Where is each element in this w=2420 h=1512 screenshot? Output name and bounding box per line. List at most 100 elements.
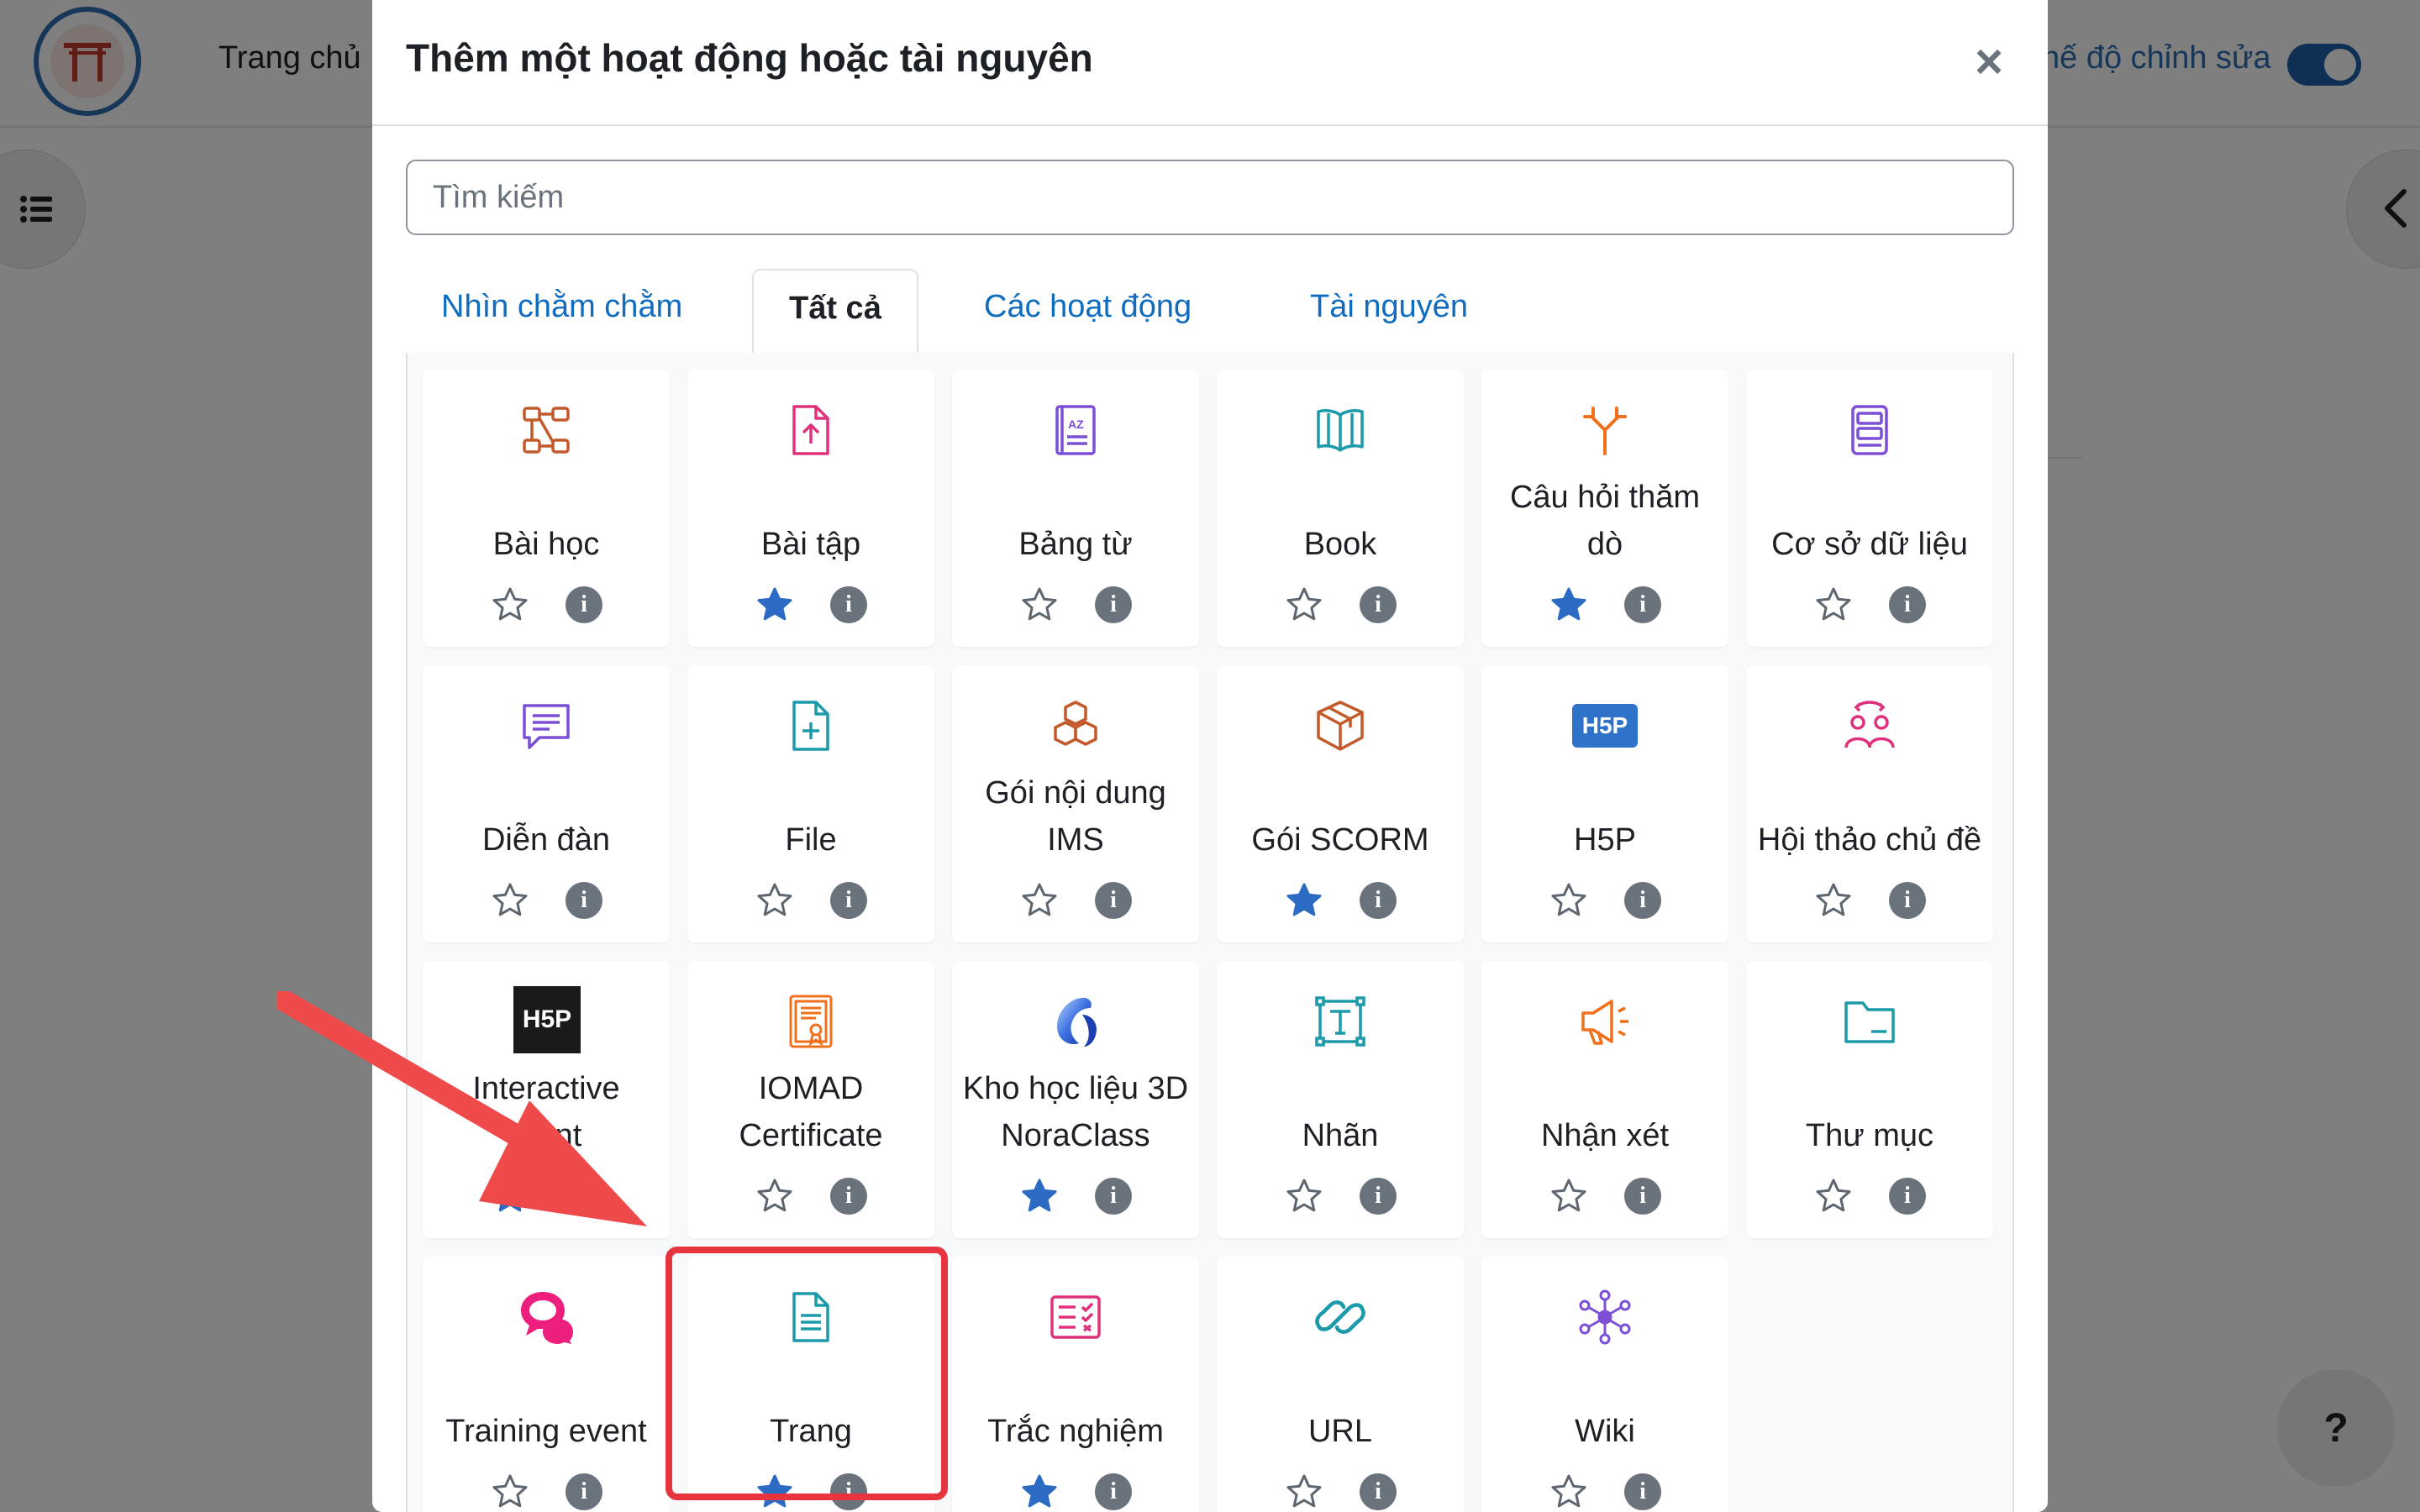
lesson-icon <box>518 402 575 459</box>
module-name: Câu hỏi thăm dò <box>1509 480 1700 562</box>
module-card-glossary[interactable]: AZ Bảng từ i <box>952 370 1199 647</box>
info-icon[interactable]: i <box>1360 1178 1397 1215</box>
module-card-scorm-package[interactable]: Gói SCORM i <box>1217 665 1464 942</box>
star-outline-icon[interactable] <box>756 882 793 919</box>
info-icon[interactable]: i <box>1095 1178 1132 1215</box>
wiki-icon <box>1576 1289 1634 1346</box>
star-outline-icon[interactable] <box>1815 1178 1852 1215</box>
module-name: Bài tập <box>760 527 861 562</box>
info-icon[interactable]: i <box>1889 1178 1926 1215</box>
tab-starred[interactable]: Nhìn chằm chằm <box>406 269 718 353</box>
info-icon[interactable]: i <box>1360 586 1397 623</box>
info-icon[interactable]: i <box>1095 1473 1132 1510</box>
info-icon[interactable]: i <box>566 1473 602 1510</box>
star-filled-icon[interactable] <box>1021 1178 1058 1215</box>
module-card-file[interactable]: File i <box>687 665 934 942</box>
folder-icon <box>1841 993 1898 1050</box>
info-icon[interactable]: i <box>830 586 867 623</box>
module-name: Wiki <box>1575 1414 1635 1449</box>
module-card-database[interactable]: Cơ sở dữ liệu i <box>1746 370 1993 647</box>
star-outline-icon[interactable] <box>1286 586 1323 623</box>
star-filled-icon[interactable] <box>1286 882 1323 919</box>
info-icon[interactable]: i <box>1095 882 1132 919</box>
star-outline-icon[interactable] <box>1286 1473 1323 1510</box>
quiz-icon <box>1047 1289 1104 1346</box>
module-card-noraclass[interactable]: Kho học liệu 3D NoraClass i <box>952 961 1199 1238</box>
database-icon <box>1841 402 1898 459</box>
module-name: Gói SCORM <box>1251 822 1429 858</box>
glossary-icon: AZ <box>1047 402 1104 459</box>
star-outline-icon[interactable] <box>756 1178 793 1215</box>
info-icon[interactable]: i <box>566 586 602 623</box>
module-card-quiz[interactable]: Trắc nghiệm i <box>952 1257 1199 1512</box>
module-name: Diễn đàn <box>481 822 611 858</box>
module-card-url[interactable]: URL i <box>1217 1257 1464 1512</box>
star-outline-icon[interactable] <box>1021 586 1058 623</box>
module-name: Trắc nghiệm <box>987 1414 1164 1449</box>
info-icon[interactable]: i <box>1624 586 1661 623</box>
info-icon[interactable]: i <box>1624 1178 1661 1215</box>
module-card-feedback[interactable]: Nhận xét i <box>1481 961 1728 1238</box>
tab-all[interactable]: Tất cả <box>752 269 918 354</box>
module-card-book[interactable]: Book i <box>1217 370 1464 647</box>
module-name: Nhận xét <box>1540 1118 1670 1153</box>
info-icon[interactable]: i <box>1360 1473 1397 1510</box>
star-outline-icon[interactable] <box>492 1473 529 1510</box>
highlight-box <box>666 1247 948 1500</box>
h5p-icon: H5P <box>1572 704 1638 748</box>
module-name: Nhãn <box>1302 1118 1379 1153</box>
close-button[interactable]: × <box>1964 37 2014 87</box>
module-card-lesson[interactable]: Bài học i <box>423 370 670 647</box>
module-card-forum[interactable]: Diễn đàn i <box>423 665 670 942</box>
ims-package-icon <box>1047 697 1104 754</box>
star-outline-icon[interactable] <box>1550 882 1587 919</box>
module-name: Book <box>1303 527 1377 562</box>
url-icon <box>1312 1289 1369 1346</box>
info-icon[interactable]: i <box>1624 882 1661 919</box>
module-card-training-event[interactable]: Training event i <box>423 1257 670 1512</box>
star-outline-icon[interactable] <box>1021 882 1058 919</box>
info-icon[interactable]: i <box>1095 586 1132 623</box>
module-card-workshop[interactable]: Hội thảo chủ đề i <box>1746 665 1993 942</box>
info-icon[interactable]: i <box>1360 882 1397 919</box>
star-outline-icon[interactable] <box>1815 586 1852 623</box>
tab-activities[interactable]: Các hoạt động <box>949 269 1227 353</box>
certificate-icon <box>782 993 839 1050</box>
module-card-assignment-upload[interactable]: Bài tập i <box>687 370 934 647</box>
star-filled-icon[interactable] <box>756 586 793 623</box>
star-filled-icon[interactable] <box>1550 586 1587 623</box>
book-icon <box>1312 402 1369 459</box>
module-name: Kho học liệu 3D NoraClass <box>962 1071 1189 1153</box>
module-card-folder[interactable]: Thư mục i <box>1746 961 1993 1238</box>
star-outline-icon[interactable] <box>492 882 529 919</box>
module-card-h5p[interactable]: H5P H5P i <box>1481 665 1728 942</box>
module-card-certificate[interactable]: IOMAD Certificate i <box>687 961 934 1238</box>
workshop-icon <box>1841 697 1898 754</box>
info-icon[interactable]: i <box>830 1178 867 1215</box>
info-icon[interactable]: i <box>1889 882 1926 919</box>
tab-resources[interactable]: Tài nguyên <box>1275 269 1503 353</box>
module-name: Cơ sở dữ liệu <box>1771 527 1968 562</box>
svg-text:AZ: AZ <box>1068 417 1084 431</box>
star-outline-icon[interactable] <box>1815 882 1852 919</box>
info-icon[interactable]: i <box>566 882 602 919</box>
file-icon <box>782 697 839 754</box>
star-outline-icon[interactable] <box>1286 1178 1323 1215</box>
modules-grid: Bài học i Bài tập i AZ Bảng từ i Book i Câu hỏi t… <box>406 353 2014 1512</box>
info-icon[interactable]: i <box>1624 1473 1661 1510</box>
module-card-wiki[interactable]: Wiki i <box>1481 1257 1728 1512</box>
star-filled-icon[interactable] <box>1021 1473 1058 1510</box>
info-icon[interactable]: i <box>830 882 867 919</box>
star-outline-icon[interactable] <box>492 586 529 623</box>
module-name: Bảng từ <box>1018 527 1133 562</box>
module-card-ims-package[interactable]: Gói nội dung IMS i <box>952 665 1199 942</box>
module-name: Hội thảo chủ đề <box>1757 822 1982 858</box>
module-card-label[interactable]: Nhãn i <box>1217 961 1464 1238</box>
star-outline-icon[interactable] <box>1550 1473 1587 1510</box>
info-icon[interactable]: i <box>1889 586 1926 623</box>
star-outline-icon[interactable] <box>1550 1178 1587 1215</box>
modal-title: Thêm một hoạt động hoặc tài nguyên <box>406 36 1093 80</box>
module-card-choice[interactable]: Câu hỏi thăm dò i <box>1481 370 1728 647</box>
search-input[interactable] <box>406 160 2014 235</box>
label-icon <box>1312 993 1369 1050</box>
